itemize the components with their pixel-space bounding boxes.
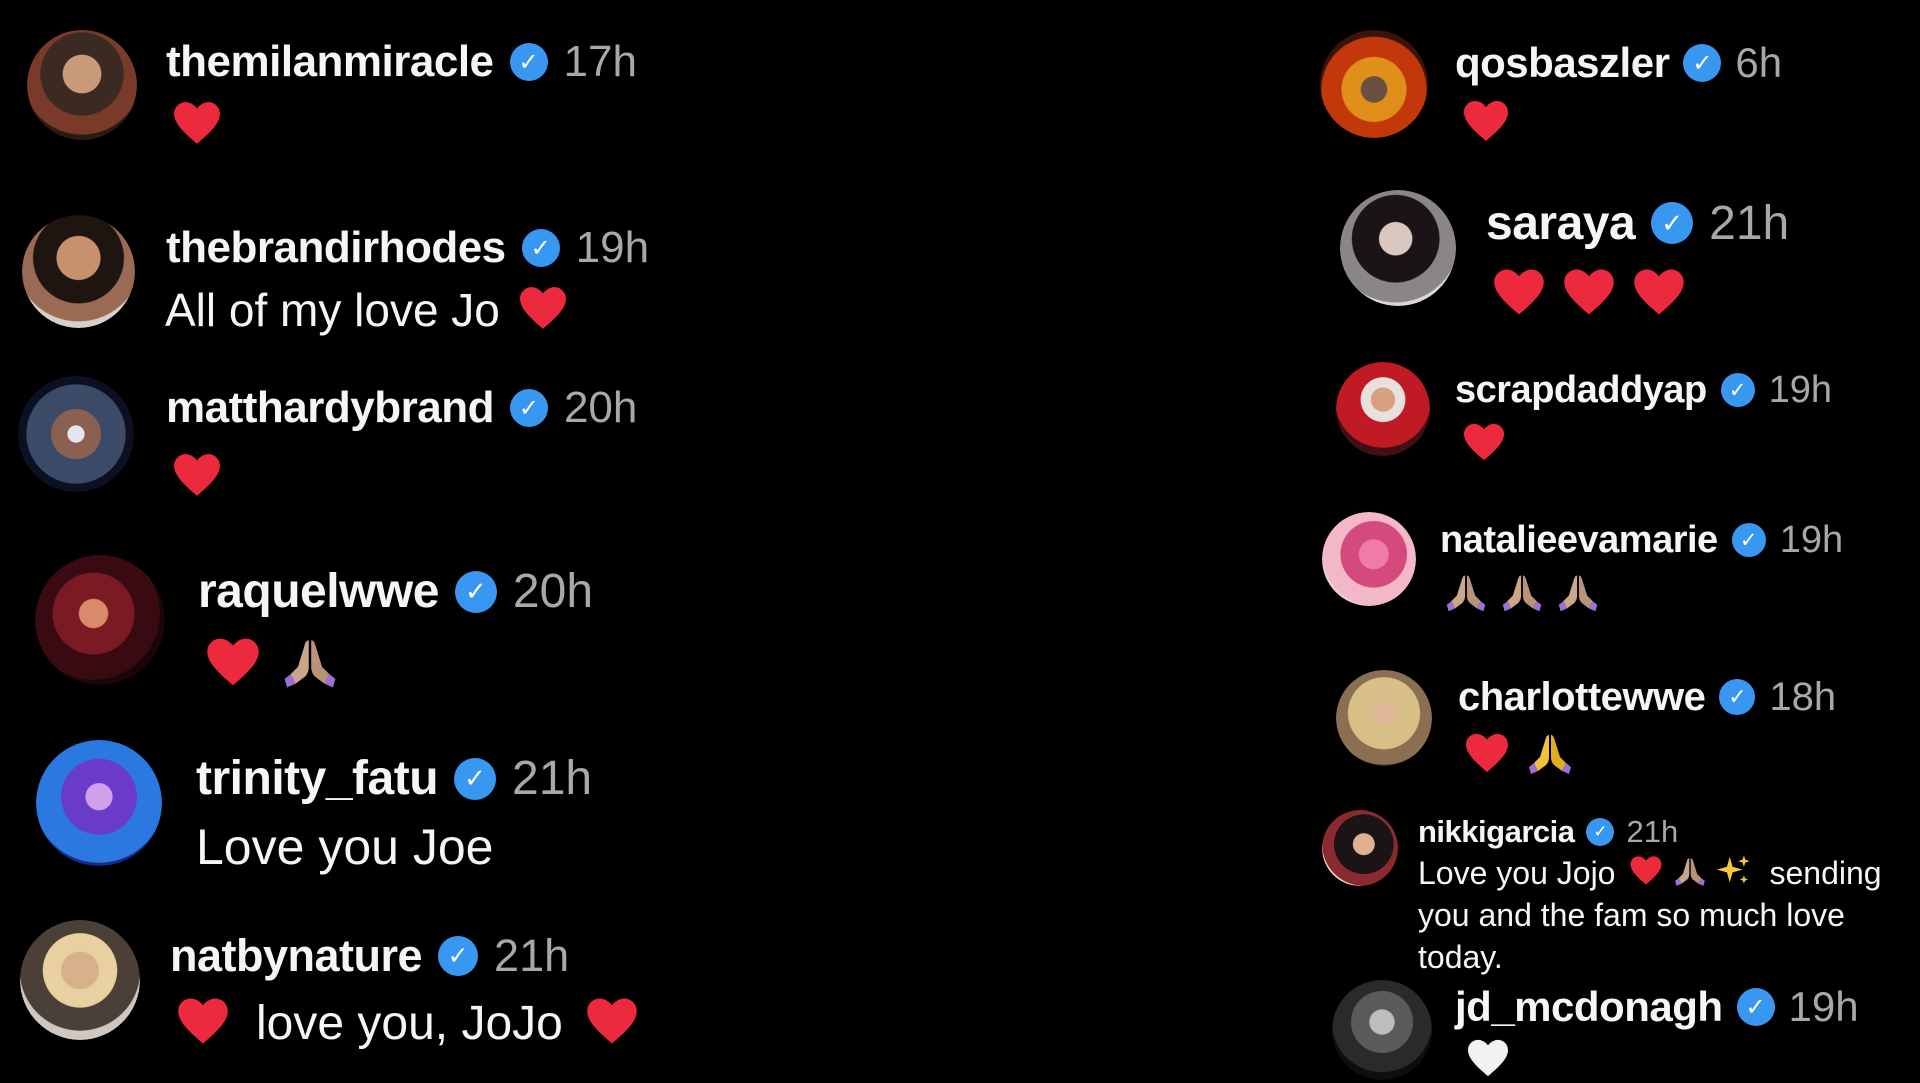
avatar[interactable] [1332,980,1432,1080]
verified-badge-icon: ✓ [1683,44,1722,82]
red-heart-icon [205,636,261,693]
avatar[interactable] [1322,512,1416,606]
folded-hands-icon [1673,854,1707,893]
verified-badge-icon: ✓ [1720,373,1755,407]
timestamp[interactable]: 21h [1626,814,1678,850]
username[interactable]: saraya [1486,196,1636,251]
timestamp[interactable]: 18h [1769,675,1836,720]
timestamp[interactable]: 6h [1735,39,1782,87]
red-heart-icon [172,452,222,503]
red-heart-icon [1562,267,1616,322]
sparkles-icon [1717,854,1751,893]
timestamp[interactable]: 21h [1709,196,1789,251]
avatar[interactable] [1320,30,1428,138]
verified-badge-icon: ✓ [454,757,497,800]
comment-text: today. [1418,938,1503,975]
folded-hands-icon [1526,729,1574,782]
username[interactable]: nikkigarcia [1418,814,1575,850]
white-heart-icon [1466,1038,1510,1083]
red-heart-icon [1464,732,1510,779]
username[interactable]: natalieevamarie [1440,519,1718,562]
timestamp[interactable]: 17h [564,37,637,87]
timestamp[interactable]: 19h [1789,983,1859,1031]
comment-text: love you, JoJo [256,996,563,1050]
timestamp[interactable]: 20h [564,383,637,433]
comment-text: All of my love Jo [165,284,500,336]
avatar[interactable] [35,555,165,685]
avatar[interactable] [27,30,137,140]
verified-badge-icon: ✓ [1586,818,1615,846]
username[interactable]: jd_mcdonagh [1455,983,1723,1031]
verified-badge-icon: ✓ [1719,679,1756,715]
comment-text: Love you Joe [196,819,494,875]
timestamp[interactable]: 19h [576,223,649,273]
avatar[interactable] [1322,810,1398,886]
verified-badge-icon: ✓ [1651,202,1694,244]
verified-badge-icon: ✓ [454,570,497,613]
timestamp[interactable]: 19h [1769,369,1832,412]
avatar[interactable] [1336,362,1430,456]
username[interactable]: charlottewwe [1458,675,1706,720]
red-heart-icon [585,996,639,1051]
folded-hands-icon [1500,570,1544,619]
avatar[interactable] [1340,190,1456,306]
avatar[interactable] [20,920,140,1040]
red-heart-icon [1629,855,1663,891]
red-heart-icon [1462,99,1510,148]
verified-badge-icon: ✓ [509,389,548,427]
username[interactable]: natbynature [170,930,423,982]
red-heart-icon [172,100,222,151]
verified-badge-icon: ✓ [509,43,548,81]
red-heart-icon [1462,422,1506,467]
avatar[interactable] [18,376,134,492]
avatar[interactable] [22,215,135,328]
red-heart-icon [1632,267,1686,322]
verified-badge-icon: ✓ [1731,523,1766,557]
username[interactable]: themilanmiracle [166,37,494,87]
timestamp[interactable]: 21h [494,930,569,982]
timestamp[interactable]: 19h [1780,519,1843,562]
folded-hands-icon [1556,570,1600,619]
username[interactable]: trinity_fatu [196,751,439,806]
verified-badge-icon: ✓ [1736,988,1775,1026]
folded-hands-icon [1444,570,1488,619]
folded-hands-icon [281,633,339,696]
verified-badge-icon: ✓ [521,229,560,267]
red-heart-icon [176,996,230,1051]
comment-text: you and the fam so much love [1418,896,1845,933]
timestamp[interactable]: 20h [513,564,593,619]
username[interactable]: qosbaszler [1455,39,1670,87]
username[interactable]: raquelwwe [198,564,439,619]
comment-text: sending [1769,854,1882,891]
red-heart-icon [1492,267,1546,322]
avatar[interactable] [36,740,162,866]
avatar[interactable] [1336,670,1432,766]
username[interactable]: matthardybrand [166,383,494,433]
username[interactable]: thebrandirhodes [166,223,506,273]
red-heart-icon [518,285,568,336]
username[interactable]: scrapdaddyap [1455,369,1707,412]
verified-badge-icon: ✓ [438,936,479,976]
timestamp[interactable]: 21h [512,751,592,806]
comment-text: Love you Jojo [1418,854,1616,891]
